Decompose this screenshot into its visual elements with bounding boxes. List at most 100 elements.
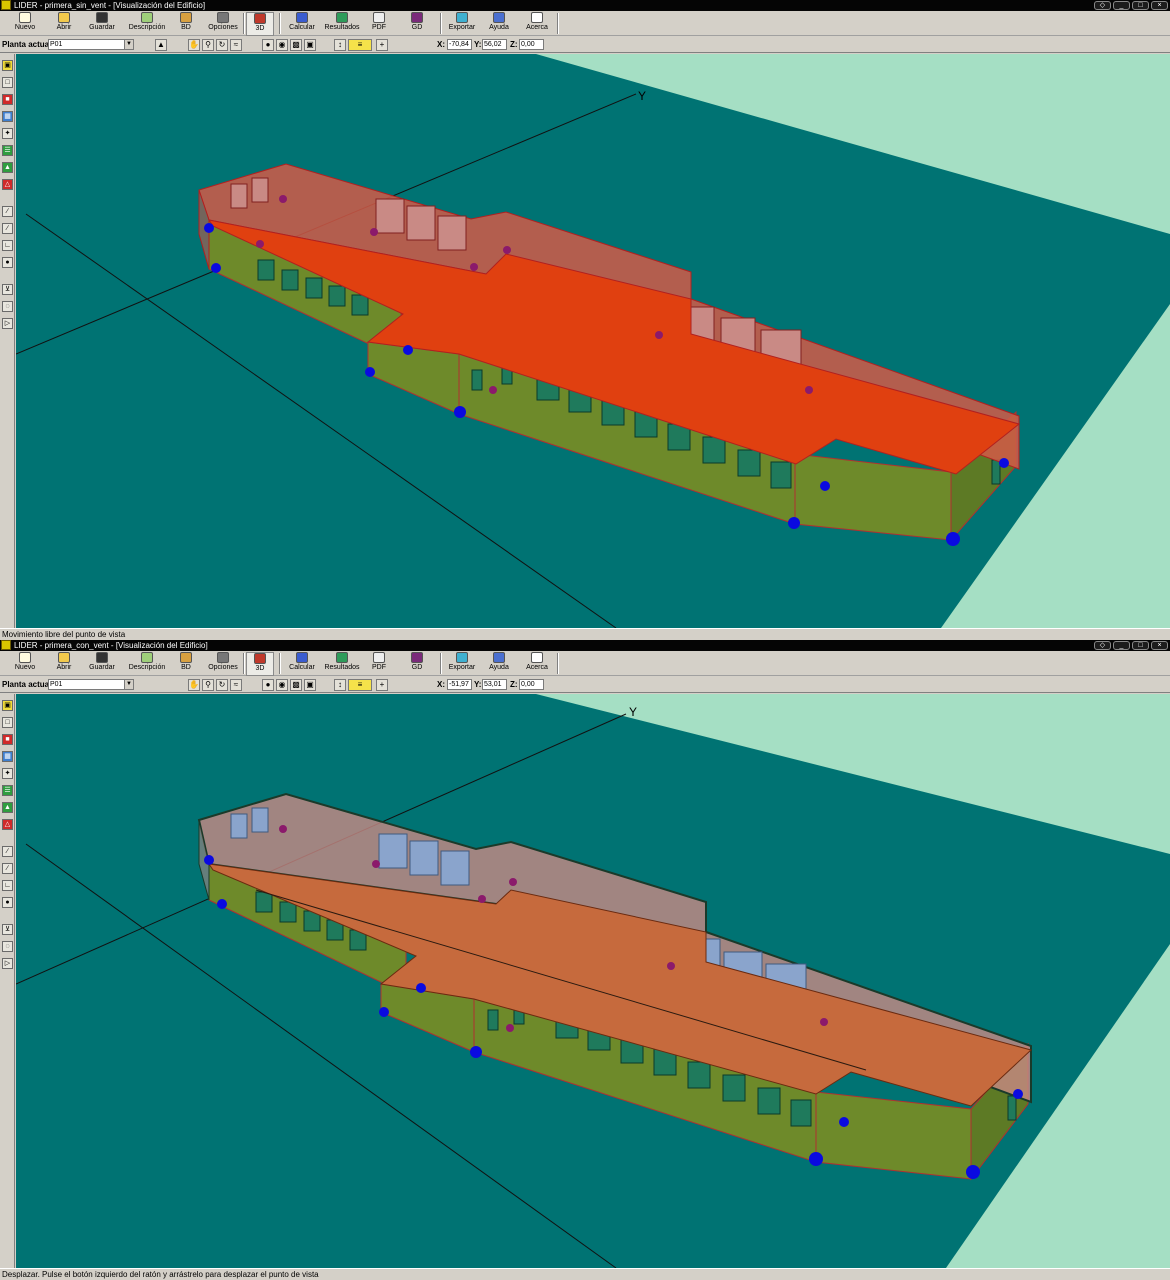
hand-icon[interactable]: ✋ <box>188 39 200 51</box>
calcular-button[interactable]: Calcular <box>284 12 320 36</box>
zoom-icon[interactable]: ⚲ <box>202 39 214 51</box>
layers-icon[interactable]: ▩ <box>290 679 302 691</box>
opciones-button[interactable]: Opciones <box>204 12 242 36</box>
dimension-icon[interactable]: ↕ <box>334 39 346 51</box>
acerca-button[interactable]: Acerca <box>522 12 552 36</box>
space-tool-icon[interactable]: ■ <box>2 734 13 745</box>
3d-viewport[interactable]: Y <box>16 54 1170 628</box>
exportar-button[interactable]: Exportar <box>446 12 478 36</box>
abrir-button[interactable]: Abrir <box>48 652 80 676</box>
bd-button[interactable]: BD <box>174 652 198 676</box>
y-coordinate-field[interactable]: 53,01 <box>482 679 507 690</box>
nuevo-button[interactable]: Nuevo <box>8 12 42 36</box>
layers-icon[interactable]: ▩ <box>290 39 302 51</box>
y-coordinate-field[interactable]: 56,02 <box>482 39 507 50</box>
close-icon[interactable]: × <box>1151 1 1168 10</box>
camera-icon[interactable]: ▣ <box>304 39 316 51</box>
orbit-icon[interactable]: ↻ <box>216 679 228 691</box>
acerca-button[interactable]: Acerca <box>522 652 552 676</box>
3d-button[interactable]: 3D <box>246 652 274 676</box>
x-coordinate-field[interactable]: -51,97 <box>447 679 472 690</box>
extrude-tool-icon[interactable]: ▷ <box>2 958 13 969</box>
shade-tool-icon[interactable]: ◌ <box>2 301 13 312</box>
select-tool-icon[interactable]: ▣ <box>2 60 13 71</box>
abrir-button[interactable]: Abrir <box>48 12 80 36</box>
roof-tool-icon[interactable]: △ <box>2 179 13 190</box>
resultados-button[interactable]: Resultados <box>322 12 362 36</box>
minimize-icon[interactable]: _ <box>1113 1 1130 10</box>
chevron-down-icon[interactable]: ▼ <box>124 680 133 689</box>
z-coordinate-field[interactable]: 0,00 <box>519 39 544 50</box>
hand-icon[interactable]: ✋ <box>188 679 200 691</box>
close-icon[interactable]: × <box>1151 641 1168 650</box>
building-tool-icon[interactable]: ▲ <box>2 162 13 173</box>
restore-icon[interactable]: ◇ <box>1094 1 1111 10</box>
pdf-button[interactable]: PDF <box>366 652 392 676</box>
guardar-button[interactable]: Guardar <box>84 652 120 676</box>
palette-icon[interactable]: ◉ <box>276 39 288 51</box>
select-tool-icon[interactable]: ▣ <box>2 700 13 711</box>
roof-tool-icon[interactable]: △ <box>2 819 13 830</box>
restore-icon[interactable]: ◇ <box>1094 641 1111 650</box>
title-bar[interactable]: LIDER - primera_con_vent - [Visualizació… <box>0 640 1170 651</box>
maximize-icon[interactable]: □ <box>1132 1 1149 10</box>
red-line-tool-icon[interactable]: ∕ <box>2 863 13 874</box>
window-tool-icon[interactable]: ▦ <box>2 111 13 122</box>
red-line-tool-icon[interactable]: ∕ <box>2 223 13 234</box>
title-bar[interactable]: LIDER - primera_sin_vent - [Visualizació… <box>0 0 1170 11</box>
opciones-button[interactable]: Opciones <box>204 652 242 676</box>
chevron-down-icon[interactable]: ▼ <box>124 40 133 49</box>
bd-button[interactable]: BD <box>174 12 198 36</box>
descripcion-button[interactable]: Descripción <box>126 12 168 36</box>
magic-tool-icon[interactable]: ✦ <box>2 768 13 779</box>
orbit-icon[interactable]: ↻ <box>216 39 228 51</box>
person-tool-icon[interactable]: ⊻ <box>2 284 13 295</box>
plan-tool-icon[interactable]: □ <box>2 717 13 728</box>
z-coordinate-field[interactable]: 0,00 <box>519 679 544 690</box>
palette-icon[interactable]: ◉ <box>276 679 288 691</box>
gd-button[interactable]: GD <box>404 12 430 36</box>
nuevo-button[interactable]: Nuevo <box>8 652 42 676</box>
ruler-icon[interactable]: ≡ <box>348 39 372 51</box>
calcular-button[interactable]: Calcular <box>284 652 320 676</box>
person-tool-icon[interactable]: ⊻ <box>2 924 13 935</box>
paint-tool-icon[interactable]: ● <box>2 257 13 268</box>
shapes-icon[interactable]: ● <box>262 679 274 691</box>
x-coordinate-field[interactable]: -70,84 <box>447 39 472 50</box>
walk-icon[interactable]: ≈ <box>230 679 242 691</box>
minimize-icon[interactable]: _ <box>1113 641 1130 650</box>
crosshair-icon[interactable]: + <box>376 39 388 51</box>
floor-select[interactable]: P01 ▼ <box>48 679 134 690</box>
floor-select[interactable]: P01 ▼ <box>48 39 134 50</box>
pdf-button[interactable]: PDF <box>366 12 392 36</box>
line-tool-icon[interactable]: ∕ <box>2 206 13 217</box>
shade-tool-icon[interactable]: ◌ <box>2 941 13 952</box>
shapes-icon[interactable]: ● <box>262 39 274 51</box>
extrude-tool-icon[interactable]: ▷ <box>2 318 13 329</box>
crosshair-icon[interactable]: + <box>376 679 388 691</box>
floor-tool-icon[interactable]: ☰ <box>2 785 13 796</box>
angle-tool-icon[interactable]: ∟ <box>2 880 13 891</box>
zoom-icon[interactable]: ⚲ <box>202 679 214 691</box>
gd-button[interactable]: GD <box>404 652 430 676</box>
camera-icon[interactable]: ▣ <box>304 679 316 691</box>
plan-tool-icon[interactable]: □ <box>2 77 13 88</box>
space-tool-icon[interactable]: ■ <box>2 94 13 105</box>
resultados-button[interactable]: Resultados <box>322 652 362 676</box>
building-tool-icon[interactable]: ▲ <box>2 802 13 813</box>
window-tool-icon[interactable]: ▦ <box>2 751 13 762</box>
tree-icon[interactable]: ▲ <box>155 39 167 51</box>
ruler-icon[interactable]: ≡ <box>348 679 372 691</box>
ayuda-button[interactable]: Ayuda <box>484 12 514 36</box>
ayuda-button[interactable]: Ayuda <box>484 652 514 676</box>
paint-tool-icon[interactable]: ● <box>2 897 13 908</box>
3d-button[interactable]: 3D <box>246 12 274 36</box>
descripcion-button[interactable]: Descripción <box>126 652 168 676</box>
angle-tool-icon[interactable]: ∟ <box>2 240 13 251</box>
line-tool-icon[interactable]: ∕ <box>2 846 13 857</box>
guardar-button[interactable]: Guardar <box>84 12 120 36</box>
magic-tool-icon[interactable]: ✦ <box>2 128 13 139</box>
3d-viewport[interactable]: Y <box>16 694 1170 1268</box>
dimension-icon[interactable]: ↕ <box>334 679 346 691</box>
walk-icon[interactable]: ≈ <box>230 39 242 51</box>
